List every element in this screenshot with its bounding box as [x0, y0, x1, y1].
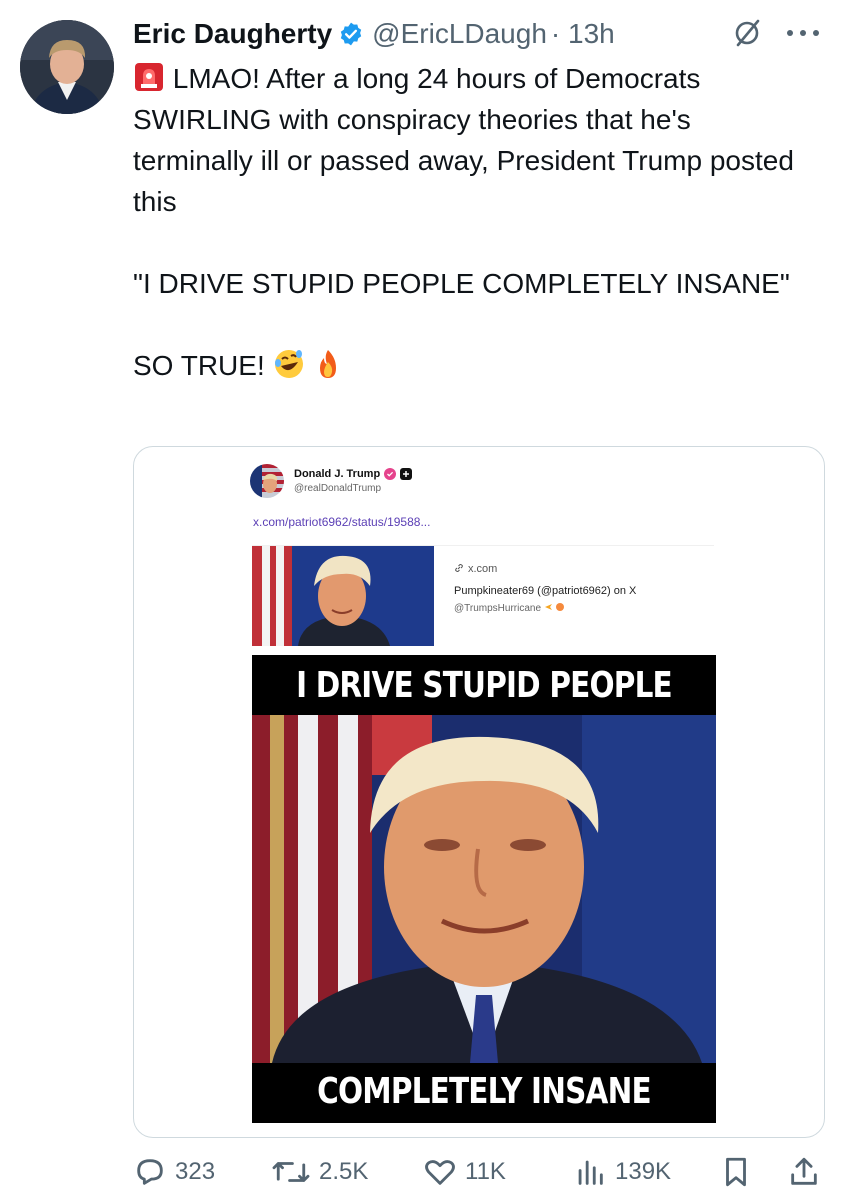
link-card-subtitle-row: @TrumpsHurricane: [454, 602, 714, 616]
tweet-paragraph-3: SO TRUE!: [133, 345, 813, 386]
embedded-name: Donald J. Trump: [294, 468, 381, 480]
meme-bottom-caption: COMPLETELY INSANE: [317, 1071, 651, 1112]
share-icon[interactable]: [787, 1155, 821, 1189]
verified-pink-icon: [384, 468, 397, 480]
tweet-text: LMAO! After a long 24 hours of Democrats…: [133, 58, 813, 386]
repost-button[interactable]: 2.5K: [271, 1150, 368, 1194]
tweet-line-1: LMAO! After a long 24 hours of Democrats…: [133, 63, 794, 217]
embedded-handle: @realDonaldTrump: [294, 483, 382, 494]
repost-icon: [272, 1162, 310, 1182]
rofl-emoji: [274, 350, 303, 378]
trump-avatar-icon: [250, 464, 284, 498]
embedded-avatar: [250, 464, 284, 498]
tweet-paragraph-1: LMAO! After a long 24 hours of Democrats…: [133, 58, 813, 222]
views-button[interactable]: 139K: [573, 1150, 671, 1194]
bookmark-icon[interactable]: [719, 1155, 753, 1189]
hurricane-emoji-icons: [544, 603, 564, 611]
tweet-time[interactable]: · 13h: [551, 18, 615, 50]
author-name[interactable]: Eric Daugherty: [133, 18, 332, 50]
author-handle[interactable]: @EricLDaugh: [372, 18, 547, 50]
reply-icon: [137, 1159, 163, 1185]
embedded-name-row: Donald J. Trump: [294, 468, 413, 480]
meme-top-caption: I DRIVE STUPID PEOPLE: [296, 665, 673, 706]
more-options-icon[interactable]: [780, 18, 826, 48]
reply-count: 323: [175, 1158, 216, 1185]
views-chart-icon: [578, 1160, 603, 1185]
embedded-post-header: Donald J. Trump @realDonaldTrump: [250, 461, 413, 501]
tweet-paragraph-2: "I DRIVE STUPID PEOPLE COMPLETELY INSANE…: [133, 263, 813, 304]
profile-photo: [20, 20, 114, 114]
link-card[interactable]: x.com Pumpkineater69 (@patriot6962) on X…: [252, 545, 714, 648]
views-count: 139K: [615, 1158, 672, 1185]
like-count: 11K: [465, 1158, 506, 1185]
link-icon: [455, 564, 463, 572]
link-card-text: x.com Pumpkineater69 (@patriot6962) on X…: [454, 562, 714, 616]
heart-icon: [425, 1160, 455, 1185]
reply-button[interactable]: 323: [133, 1150, 215, 1194]
grok-icon[interactable]: [732, 18, 762, 48]
link-card-image: [252, 546, 434, 646]
verified-badge-icon: [340, 22, 362, 46]
author-avatar[interactable]: [20, 20, 114, 114]
plus-badge-icon: [400, 468, 413, 480]
tweet-line-2: "I DRIVE STUPID PEOPLE COMPLETELY INSANE…: [133, 268, 790, 299]
link-card-title: Pumpkineater69 (@patriot6962) on X: [454, 585, 637, 597]
action-bar: 323 2.5K 11K 139K: [133, 1150, 823, 1194]
link-card-site-text: x.com: [468, 563, 498, 575]
embedded-link[interactable]: x.com/patriot6962/status/19588...: [253, 515, 430, 529]
siren-emoji: [135, 63, 163, 91]
tweet-line-3: SO TRUE!: [133, 350, 265, 381]
meme-image: I DRIVE STUPID PEOPLE COMPLETELY INSANE: [252, 655, 716, 1123]
tweet-header: Eric Daugherty @EricLDaugh · 13h: [133, 14, 833, 54]
repost-count: 2.5K: [319, 1158, 369, 1185]
trump-photo: [252, 715, 716, 1063]
tweet-media[interactable]: Donald J. Trump @realDonaldTrump x.com/p…: [133, 446, 825, 1138]
fire-emoji: [320, 350, 337, 378]
link-card-site: x.com: [454, 562, 714, 576]
like-button[interactable]: 11K: [423, 1150, 506, 1194]
link-card-subtitle: @TrumpsHurricane: [454, 603, 542, 614]
